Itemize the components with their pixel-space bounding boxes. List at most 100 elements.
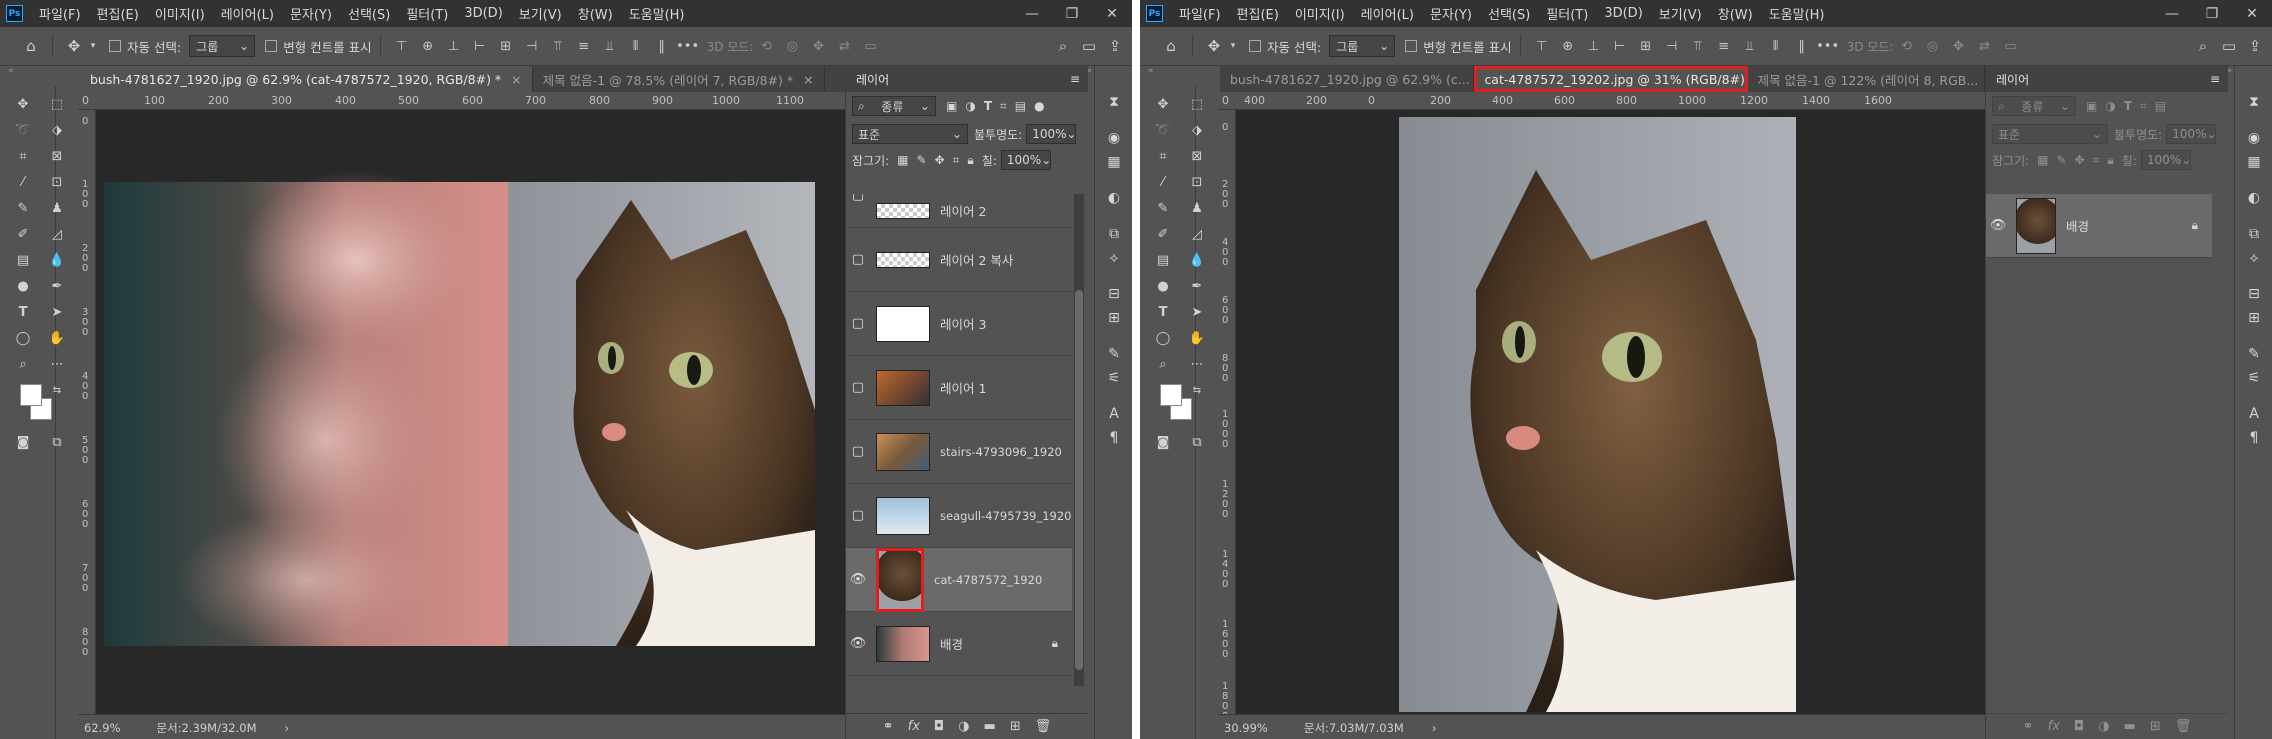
share-icon[interactable]: ⇪ [1102, 33, 1128, 59]
marquee-tool-icon[interactable]: ⬚ [1186, 94, 1208, 114]
properties-icon[interactable]: ⚟ [2243, 368, 2265, 388]
paragraph-icon[interactable]: ¶ [1103, 428, 1125, 448]
3d-scale-icon[interactable]: ▭ [1999, 36, 2021, 56]
minimize-icon[interactable]: — [2152, 0, 2192, 27]
trash-icon[interactable]: 🗑︎ [2175, 719, 2192, 734]
blur-tool-icon[interactable]: 💧 [46, 250, 68, 270]
move-tool-icon[interactable]: ✥ [1152, 94, 1174, 114]
more-options-icon[interactable]: ••• [676, 36, 699, 56]
filter-pixel-icon[interactable]: ▣ [2086, 99, 2097, 113]
history-brush-tool-icon[interactable]: ✐ [12, 224, 34, 244]
menu-help[interactable]: 도움말(H) [1761, 4, 1833, 23]
character-icon[interactable]: A [1103, 404, 1125, 424]
lasso-tool-icon[interactable]: ➰ [1152, 120, 1174, 140]
link-icon[interactable]: ⚭ [883, 719, 894, 734]
doc-tab-untitled[interactable]: 제목 없음-1 @ 78.5% (레이어 7, RGB/8#) * × [532, 66, 825, 92]
workspace-icon[interactable]: ▭ [2216, 33, 2242, 59]
lock-position-icon[interactable]: ✥ [935, 153, 945, 167]
stamp-tool-icon[interactable]: ♟ [46, 198, 68, 218]
layers-panel-title[interactable]: 레이어 [1996, 71, 2029, 88]
scroll-thumb[interactable] [1075, 290, 1083, 670]
filter-shape-icon[interactable]: ⌗ [1000, 99, 1007, 114]
hand-tool-icon[interactable]: ✋ [1186, 328, 1208, 348]
align-top-icon[interactable]: ⊤ [1531, 36, 1553, 56]
doc-tab-bush[interactable]: bush-4781627_1920.jpg @ 62.9% (cat-47875… [80, 66, 533, 92]
adjustments-icon[interactable]: ◐ [2243, 188, 2265, 208]
3d-rotate-icon[interactable]: ⟲ [755, 36, 777, 56]
dodge-tool-icon[interactable]: ● [12, 276, 34, 296]
align-bottom-icon[interactable]: ⊥ [443, 36, 465, 56]
fx-icon[interactable]: fx [2048, 719, 2060, 734]
brush-settings-icon[interactable]: ✎ [1103, 344, 1125, 364]
close-icon[interactable]: ✕ [1092, 0, 1132, 27]
layer-name[interactable]: 레이어 2 복사 [940, 250, 1013, 269]
blur-tool-icon[interactable]: 💧 [1186, 250, 1208, 270]
frame-tool-icon[interactable]: ⊠ [46, 146, 68, 166]
brush-tool-icon[interactable]: ✎ [1152, 198, 1174, 218]
search-icon[interactable]: ⌕ [1050, 33, 1076, 59]
opacity-input[interactable]: 100% ⌄ [2166, 124, 2217, 144]
lock-transparent-icon[interactable]: ▦ [2037, 153, 2048, 167]
new-layer-icon[interactable]: ⊞ [1010, 719, 1021, 734]
layer-name[interactable]: stairs-4793096_1920 [940, 445, 1062, 459]
close-icon[interactable]: ✕ [2232, 0, 2272, 27]
folder-icon[interactable]: ▬ [984, 719, 996, 734]
swatches-icon[interactable]: ▦ [1103, 152, 1125, 172]
mask-icon[interactable]: ◘ [2074, 719, 2084, 734]
filter-adjustment-icon[interactable]: ◑ [965, 99, 975, 113]
layer-row[interactable]: ▢ 레이어 2 [846, 194, 1072, 228]
panel-menu-icon[interactable]: ≡ [1070, 72, 1080, 86]
3d-scale-icon[interactable]: ▭ [859, 36, 881, 56]
chevron-down-icon[interactable]: ▾ [1227, 33, 1239, 59]
eye-icon[interactable]: 👁︎ [846, 636, 870, 651]
marquee-tool-icon[interactable]: ⬚ [46, 94, 68, 114]
align-left-icon[interactable]: ⊢ [1609, 36, 1631, 56]
layer-name[interactable]: cat-4787572_1920 [934, 573, 1042, 587]
fill-input[interactable]: 100% ⌄ [1000, 150, 1051, 170]
layer-name[interactable]: 배경 [940, 634, 963, 653]
menu-edit[interactable]: 편집(E) [89, 4, 147, 23]
screen-mode-icon[interactable]: ⧉ [1186, 432, 1208, 452]
adjustments-icon[interactable]: ◐ [1103, 188, 1125, 208]
layer-filter-dropdown[interactable]: ⌕ 종류 ⌄ [1992, 96, 2076, 116]
align-right-icon[interactable]: ⊣ [521, 36, 543, 56]
transform-controls-checkbox[interactable] [265, 40, 278, 52]
move-tool-icon[interactable]: ✥ [1201, 33, 1227, 59]
menu-file[interactable]: 파일(F) [1171, 4, 1229, 23]
link-icon[interactable]: ⚭ [2023, 719, 2034, 734]
3d-pan-icon[interactable]: ✥ [1947, 36, 1969, 56]
align-bottom-icon[interactable]: ⊥ [1583, 36, 1605, 56]
spot-heal-tool-icon[interactable]: ⊡ [1186, 172, 1208, 192]
stamp-tool-icon[interactable]: ♟ [1186, 198, 1208, 218]
foreground-color-swatch[interactable] [1160, 384, 1182, 406]
eyedropper-tool-icon[interactable]: ⁄ [12, 172, 34, 192]
pen-tool-icon[interactable]: ✒ [1186, 276, 1208, 296]
layer-row[interactable]: ▢ 레이어 2 복사 [846, 228, 1072, 292]
brush-settings-icon[interactable]: ✎ [2243, 344, 2265, 364]
distribute-top-icon[interactable]: ⫪ [1687, 36, 1709, 56]
menu-image[interactable]: 이미지(I) [147, 4, 213, 23]
zoom-tool-icon[interactable]: ⌕ [12, 354, 34, 374]
crop-tool-icon[interactable]: ⌗ [12, 146, 34, 166]
document-canvas[interactable] [96, 110, 845, 714]
3d-roll-icon[interactable]: ◎ [781, 36, 803, 56]
layer-list-scrollbar[interactable] [1074, 194, 1084, 686]
menu-window[interactable]: 창(W) [1710, 4, 1761, 23]
new-layer-icon[interactable]: ⊞ [2150, 719, 2161, 734]
trash-icon[interactable]: 🗑︎ [1035, 719, 1052, 734]
layer-row[interactable]: ▢ 레이어 3 [846, 292, 1072, 356]
channels-icon[interactable]: ⧉ [2243, 224, 2265, 244]
menu-image[interactable]: 이미지(I) [1287, 4, 1353, 23]
fill-input[interactable]: 100% ⌄ [2140, 150, 2191, 170]
ellipse-tool-icon[interactable]: ◯ [1152, 328, 1174, 348]
menu-layer[interactable]: 레이어(L) [213, 4, 282, 23]
status-menu-arrow-icon[interactable]: › [1432, 721, 1437, 735]
more-options-icon[interactable]: ••• [1816, 36, 1839, 56]
distribute-bottom-icon[interactable]: ⫫ [1739, 36, 1761, 56]
close-tab-icon[interactable]: × [803, 72, 813, 87]
foreground-color-top[interactable] [20, 384, 42, 406]
align-hcenter-icon[interactable]: ⊞ [1635, 36, 1657, 56]
doc-tab-bush[interactable]: bush-4781627_1920.jpg @ 62.9% (c...× [1220, 66, 1475, 92]
zoom-level[interactable]: 62.9% [84, 721, 121, 735]
menu-file[interactable]: 파일(F) [31, 4, 89, 23]
